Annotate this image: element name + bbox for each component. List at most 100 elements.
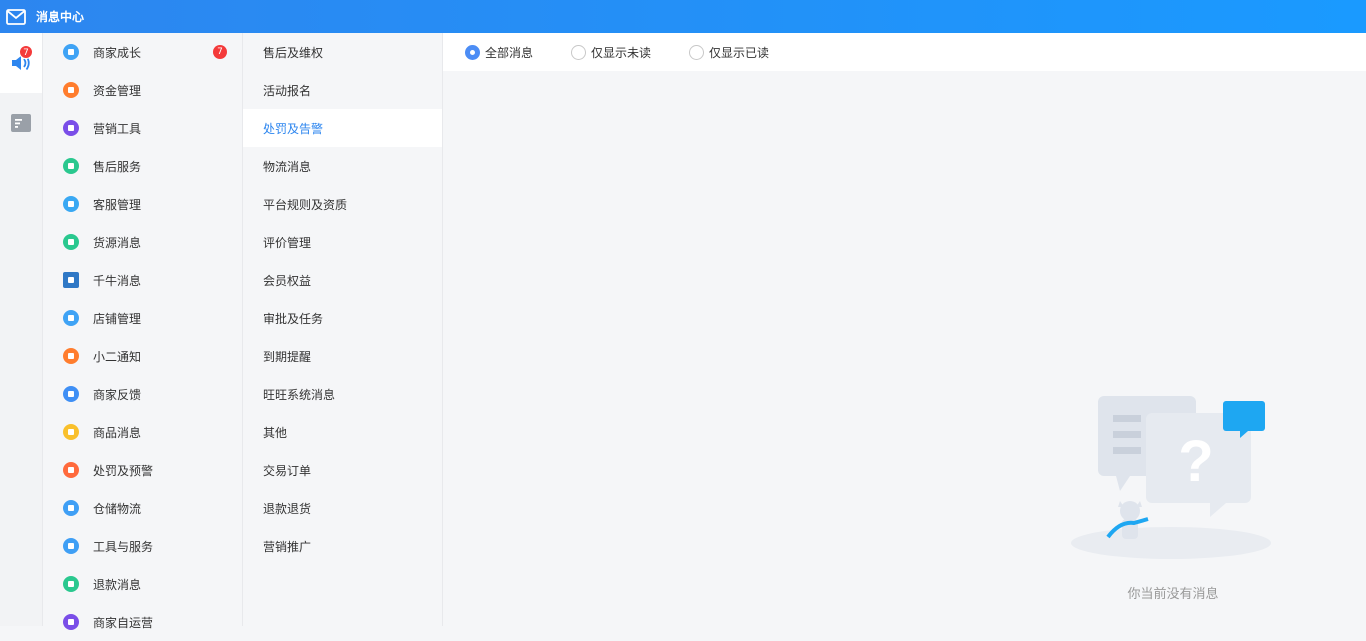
subcategory-item[interactable]: 处罚及告警 xyxy=(243,109,442,147)
category-icon xyxy=(63,272,79,288)
category-label: 小二通知 xyxy=(93,349,142,364)
subcategory-list: 售后及维权活动报名处罚及告警物流消息平台规则及资质 评价管理会员权益审批及任务到期… xyxy=(243,33,443,626)
category-label: 货源消息 xyxy=(93,235,142,250)
title-bar: 消息中心 xyxy=(0,0,1366,33)
category-item[interactable]: 货源消息 xyxy=(43,223,242,261)
category-icon xyxy=(63,538,79,554)
icon-rail: 7 xyxy=(0,33,43,626)
subcategory-item[interactable]: 平台规则及资质 xyxy=(243,185,442,223)
subcategory-label: 审批及任务 xyxy=(263,311,324,326)
category-item[interactable]: 客服管理 xyxy=(43,185,242,223)
radio-circle[interactable] xyxy=(689,44,705,60)
filter-radio[interactable]: 仅显示未读 xyxy=(571,44,651,61)
category-item[interactable]: 资金管理 xyxy=(43,71,242,109)
subcategory-item[interactable]: 售后及维权 xyxy=(243,33,442,71)
radio-circle[interactable] xyxy=(571,44,587,60)
subcategory-label: 活动报名 xyxy=(263,83,312,98)
category-label: 商家反馈 xyxy=(93,387,142,402)
category-item[interactable]: 商品消息 xyxy=(43,413,242,451)
empty-chat-illustration: ? xyxy=(1071,396,1271,559)
subcategory-label: 物流消息 xyxy=(263,159,312,174)
filter-label: 仅显示未读 xyxy=(591,45,652,60)
subcategory-label: 处罚及告警 xyxy=(263,121,324,136)
category-icon xyxy=(63,310,79,326)
subcategory-label: 评价管理 xyxy=(263,235,312,250)
category-item[interactable]: 商家反馈 xyxy=(43,375,242,413)
category-icon xyxy=(63,386,79,402)
empty-state: ? 你当前没有消息 xyxy=(1068,393,1278,602)
category-item[interactable]: 小二通知 xyxy=(43,337,242,375)
subcategory-label: 到期提醒 xyxy=(263,349,312,364)
category-item[interactable]: 售后服务 xyxy=(43,147,242,185)
svg-text:?: ? xyxy=(1178,429,1213,494)
subcategory-item[interactable]: 交易订单 xyxy=(243,451,442,489)
category-icon xyxy=(63,44,79,60)
subcategory-label: 营销推广 xyxy=(263,539,312,554)
rail-unread-badge: 7 xyxy=(19,45,33,59)
category-item[interactable]: 仓储物流 xyxy=(43,489,242,527)
filter-label: 全部消息 xyxy=(485,45,534,60)
subcategory-item[interactable]: 评价管理 xyxy=(243,223,442,261)
subcategory-label: 平台规则及资质 xyxy=(263,197,348,212)
subcategory-item[interactable]: 旺旺系统消息 xyxy=(243,375,442,413)
category-icon xyxy=(63,348,79,364)
rail-item-notifications[interactable]: 7 xyxy=(0,33,42,93)
category-item[interactable]: 退款消息 xyxy=(43,565,242,603)
subcategory-label: 会员权益 xyxy=(263,273,312,288)
category-label: 仓储物流 xyxy=(93,501,142,516)
window-title: 消息中心 xyxy=(36,10,85,24)
category-icon xyxy=(63,120,79,136)
category-icon xyxy=(63,158,79,174)
category-label: 商家自运营 xyxy=(93,615,154,630)
subcategory-item[interactable]: 审批及任务 xyxy=(243,299,442,337)
category-list: 商家成长 7 资金管理营销工具售后服务客服管理货源消息千牛消息店铺管理小二通知商家反… xyxy=(43,33,243,630)
category-icon xyxy=(63,500,79,516)
category-label: 工具与服务 xyxy=(93,539,154,554)
category-item[interactable]: 商家自运营 xyxy=(43,603,242,641)
subcategory-item[interactable]: 会员权益 xyxy=(243,261,442,299)
category-label: 商品消息 xyxy=(93,425,142,440)
category-label: 营销工具 xyxy=(93,121,142,136)
mail-icon xyxy=(6,8,26,25)
empty-message-text: 你当前没有消息 xyxy=(1127,587,1219,602)
subcategory-label: 售后及维权 xyxy=(263,45,324,60)
subcategory-label: 其他 xyxy=(263,425,288,440)
category-unread-badge: 7 xyxy=(213,45,227,59)
list-doc-icon xyxy=(11,114,31,132)
category-icon xyxy=(63,424,79,440)
category-label: 店铺管理 xyxy=(93,311,142,326)
subcategory-label: 交易订单 xyxy=(263,463,312,478)
message-panel: 全部消息 仅显示未读 仅显示已读 ? 你当前没有消息 xyxy=(443,33,1366,626)
subcategory-label: 退款退货 xyxy=(263,501,312,516)
subcategory-item[interactable]: 活动报名 xyxy=(243,71,442,109)
subcategory-item[interactable]: 到期提醒 xyxy=(243,337,442,375)
category-item[interactable]: 工具与服务 xyxy=(43,527,242,565)
subcategory-item[interactable]: 物流消息 xyxy=(243,147,442,185)
radio-circle[interactable] xyxy=(465,44,480,60)
category-label: 千牛消息 xyxy=(93,273,142,288)
filter-radio[interactable]: 仅显示已读 xyxy=(689,44,769,61)
category-icon xyxy=(63,196,79,212)
category-icon xyxy=(63,614,79,630)
category-label: 商家成长 xyxy=(93,45,142,60)
category-item[interactable]: 店铺管理 xyxy=(43,299,242,337)
category-item[interactable]: 营销工具 xyxy=(43,109,242,147)
category-label: 资金管理 xyxy=(93,83,142,98)
subcategory-item[interactable]: 营销推广 xyxy=(243,527,442,565)
category-icon xyxy=(63,234,79,250)
category-item[interactable]: 商家成长 7 xyxy=(43,33,242,71)
category-item[interactable]: 千牛消息 xyxy=(43,261,242,299)
category-icon xyxy=(63,462,79,478)
category-label: 售后服务 xyxy=(93,159,142,174)
filter-bar: 全部消息 仅显示未读 仅显示已读 xyxy=(443,33,1366,71)
subcategory-item[interactable]: 其他 xyxy=(243,413,442,451)
category-label: 处罚及预警 xyxy=(93,463,154,478)
category-icon xyxy=(63,576,79,592)
filter-radio[interactable]: 全部消息 xyxy=(465,44,533,61)
rail-item-messages[interactable] xyxy=(0,93,42,153)
subcategory-label: 旺旺系统消息 xyxy=(263,387,336,402)
category-label: 客服管理 xyxy=(93,197,142,212)
category-label: 退款消息 xyxy=(93,577,142,592)
subcategory-item[interactable]: 退款退货 xyxy=(243,489,442,527)
category-item[interactable]: 处罚及预警 xyxy=(43,451,242,489)
